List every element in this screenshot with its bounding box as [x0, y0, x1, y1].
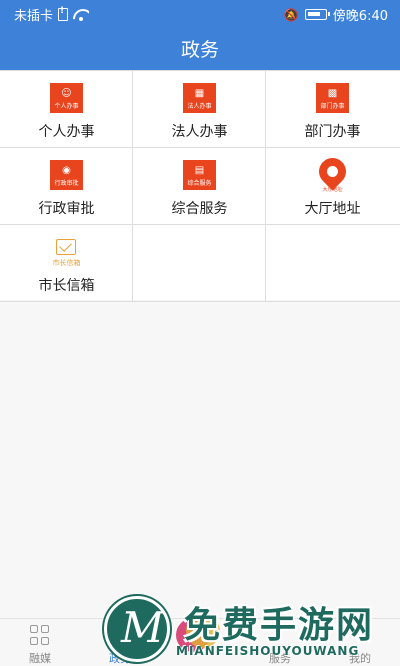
- page-title-bar: 政务: [0, 26, 400, 70]
- grid-item-label: 综合服务: [171, 201, 228, 217]
- grid-item-empty: [266, 225, 400, 302]
- battery-icon: [304, 9, 330, 20]
- status-left: 未插卡: [14, 5, 89, 24]
- grid-item-label: 个人办事: [38, 124, 95, 140]
- grid-item-label: 大厅地址: [304, 201, 361, 217]
- pin-caption: 大厅地址: [322, 187, 343, 193]
- mailbox-caption: 市长信箱: [52, 259, 81, 267]
- wifi-icon: [73, 9, 89, 21]
- grid-item-mayor-mailbox[interactable]: 市长信箱 市长信箱: [0, 225, 133, 302]
- grid-item-department[interactable]: ▩ 部门办事 部门办事: [266, 71, 400, 148]
- person-icon: ☺ 个人办事: [50, 83, 83, 113]
- service-icon: ▤ 综合服务: [183, 160, 216, 190]
- clock-label: 傍晚6:40: [332, 9, 388, 24]
- tab-label: 融媒: [29, 652, 51, 665]
- mailbox-icon: [56, 239, 76, 255]
- grid-item-personal[interactable]: ☺ 个人办事 个人办事: [0, 71, 133, 148]
- watermark-subtext: MIANFEISHOUYOUWANG: [176, 644, 360, 658]
- grid-icon: [30, 625, 50, 645]
- briefcase-icon: ▦ 法人办事: [183, 83, 216, 113]
- page-title: 政务: [180, 38, 219, 61]
- mute-icon: 🔕: [283, 7, 299, 22]
- tab-media[interactable]: 融媒: [0, 619, 80, 666]
- watermark-logo-icon: [104, 596, 170, 662]
- building-icon: ▩ 部门办事: [316, 83, 349, 113]
- grid-item-legal[interactable]: ▦ 法人办事 法人办事: [133, 71, 266, 148]
- grid-item-label: 部门办事: [304, 124, 361, 140]
- service-grid: ☺ 个人办事 个人办事 ▦ 法人办事 法人办事 ▩ 部门办事 部门办事 ◉ 行政审批 行…: [0, 70, 400, 302]
- grid-item-service[interactable]: ▤ 综合服务 综合服务: [133, 148, 266, 225]
- status-right: 🔕 傍晚6:40: [283, 5, 388, 25]
- grid-item-label: 行政审批: [38, 201, 95, 217]
- watermark-text: 免费手游网: [184, 605, 375, 646]
- status-bar: 未插卡 🔕 傍晚6:40: [0, 0, 400, 26]
- carrier-label: 未插卡: [14, 9, 54, 24]
- sim-icon: [58, 6, 69, 21]
- grid-item-label: 法人办事: [171, 124, 228, 140]
- stamp-icon: ◉ 行政审批: [50, 160, 83, 190]
- location-pin-icon: [313, 152, 352, 191]
- grid-item-label: 市长信箱: [38, 278, 95, 294]
- grid-item-approval[interactable]: ◉ 行政审批 行政审批: [0, 148, 133, 225]
- grid-item-hall-address[interactable]: 大厅地址 大厅地址: [266, 148, 400, 225]
- site-watermark: 免费手游网 MIANFEISHOUYOUWANG: [104, 596, 400, 666]
- grid-item-empty: [133, 225, 266, 302]
